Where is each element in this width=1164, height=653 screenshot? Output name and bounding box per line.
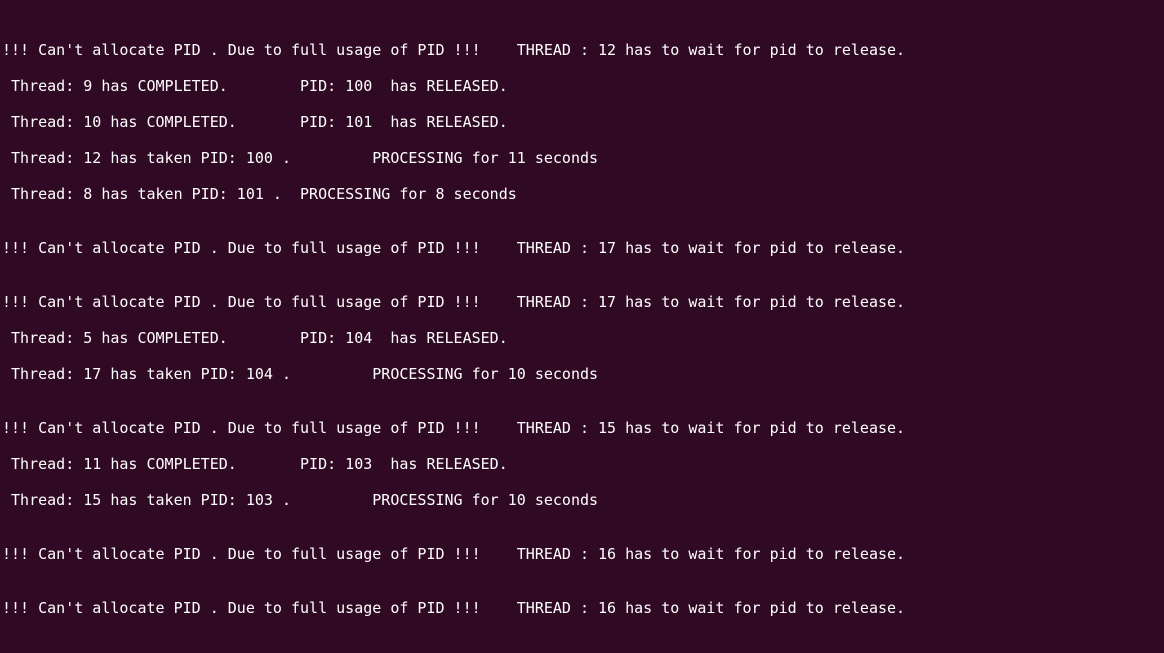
terminal-line-completed: Thread: 9 has COMPLETED. PID: 100 has RE… [2, 77, 508, 95]
terminal-line-wait: !!! Can't allocate PID . Due to full usa… [2, 599, 906, 617]
terminal-line-taken: Thread: 15 has taken PID: 103 . PROCESSI… [2, 491, 599, 509]
terminal-line-taken: Thread: 12 has taken PID: 100 . PROCESSI… [2, 149, 599, 167]
terminal-line-wait: !!! Can't allocate PID . Due to full usa… [2, 419, 906, 437]
terminal-line-completed: Thread: 11 has COMPLETED. PID: 103 has R… [2, 455, 508, 473]
terminal-line-wait: !!! Can't allocate PID . Due to full usa… [2, 41, 906, 59]
terminal-line-completed: Thread: 10 has COMPLETED. PID: 101 has R… [2, 113, 508, 131]
terminal-window[interactable]: !!! Can't allocate PID . Due to full usa… [0, 0, 1164, 653]
terminal-line-completed: Thread: 5 has COMPLETED. PID: 104 has RE… [2, 329, 508, 347]
terminal-line-taken: Thread: 17 has taken PID: 104 . PROCESSI… [2, 365, 599, 383]
terminal-line-wait: !!! Can't allocate PID . Due to full usa… [2, 545, 906, 563]
terminal-line-wait: !!! Can't allocate PID . Due to full usa… [2, 239, 906, 257]
terminal-line-taken: Thread: 8 has taken PID: 101 . PROCESSIN… [2, 185, 517, 203]
terminal-line-wait: !!! Can't allocate PID . Due to full usa… [2, 293, 906, 311]
